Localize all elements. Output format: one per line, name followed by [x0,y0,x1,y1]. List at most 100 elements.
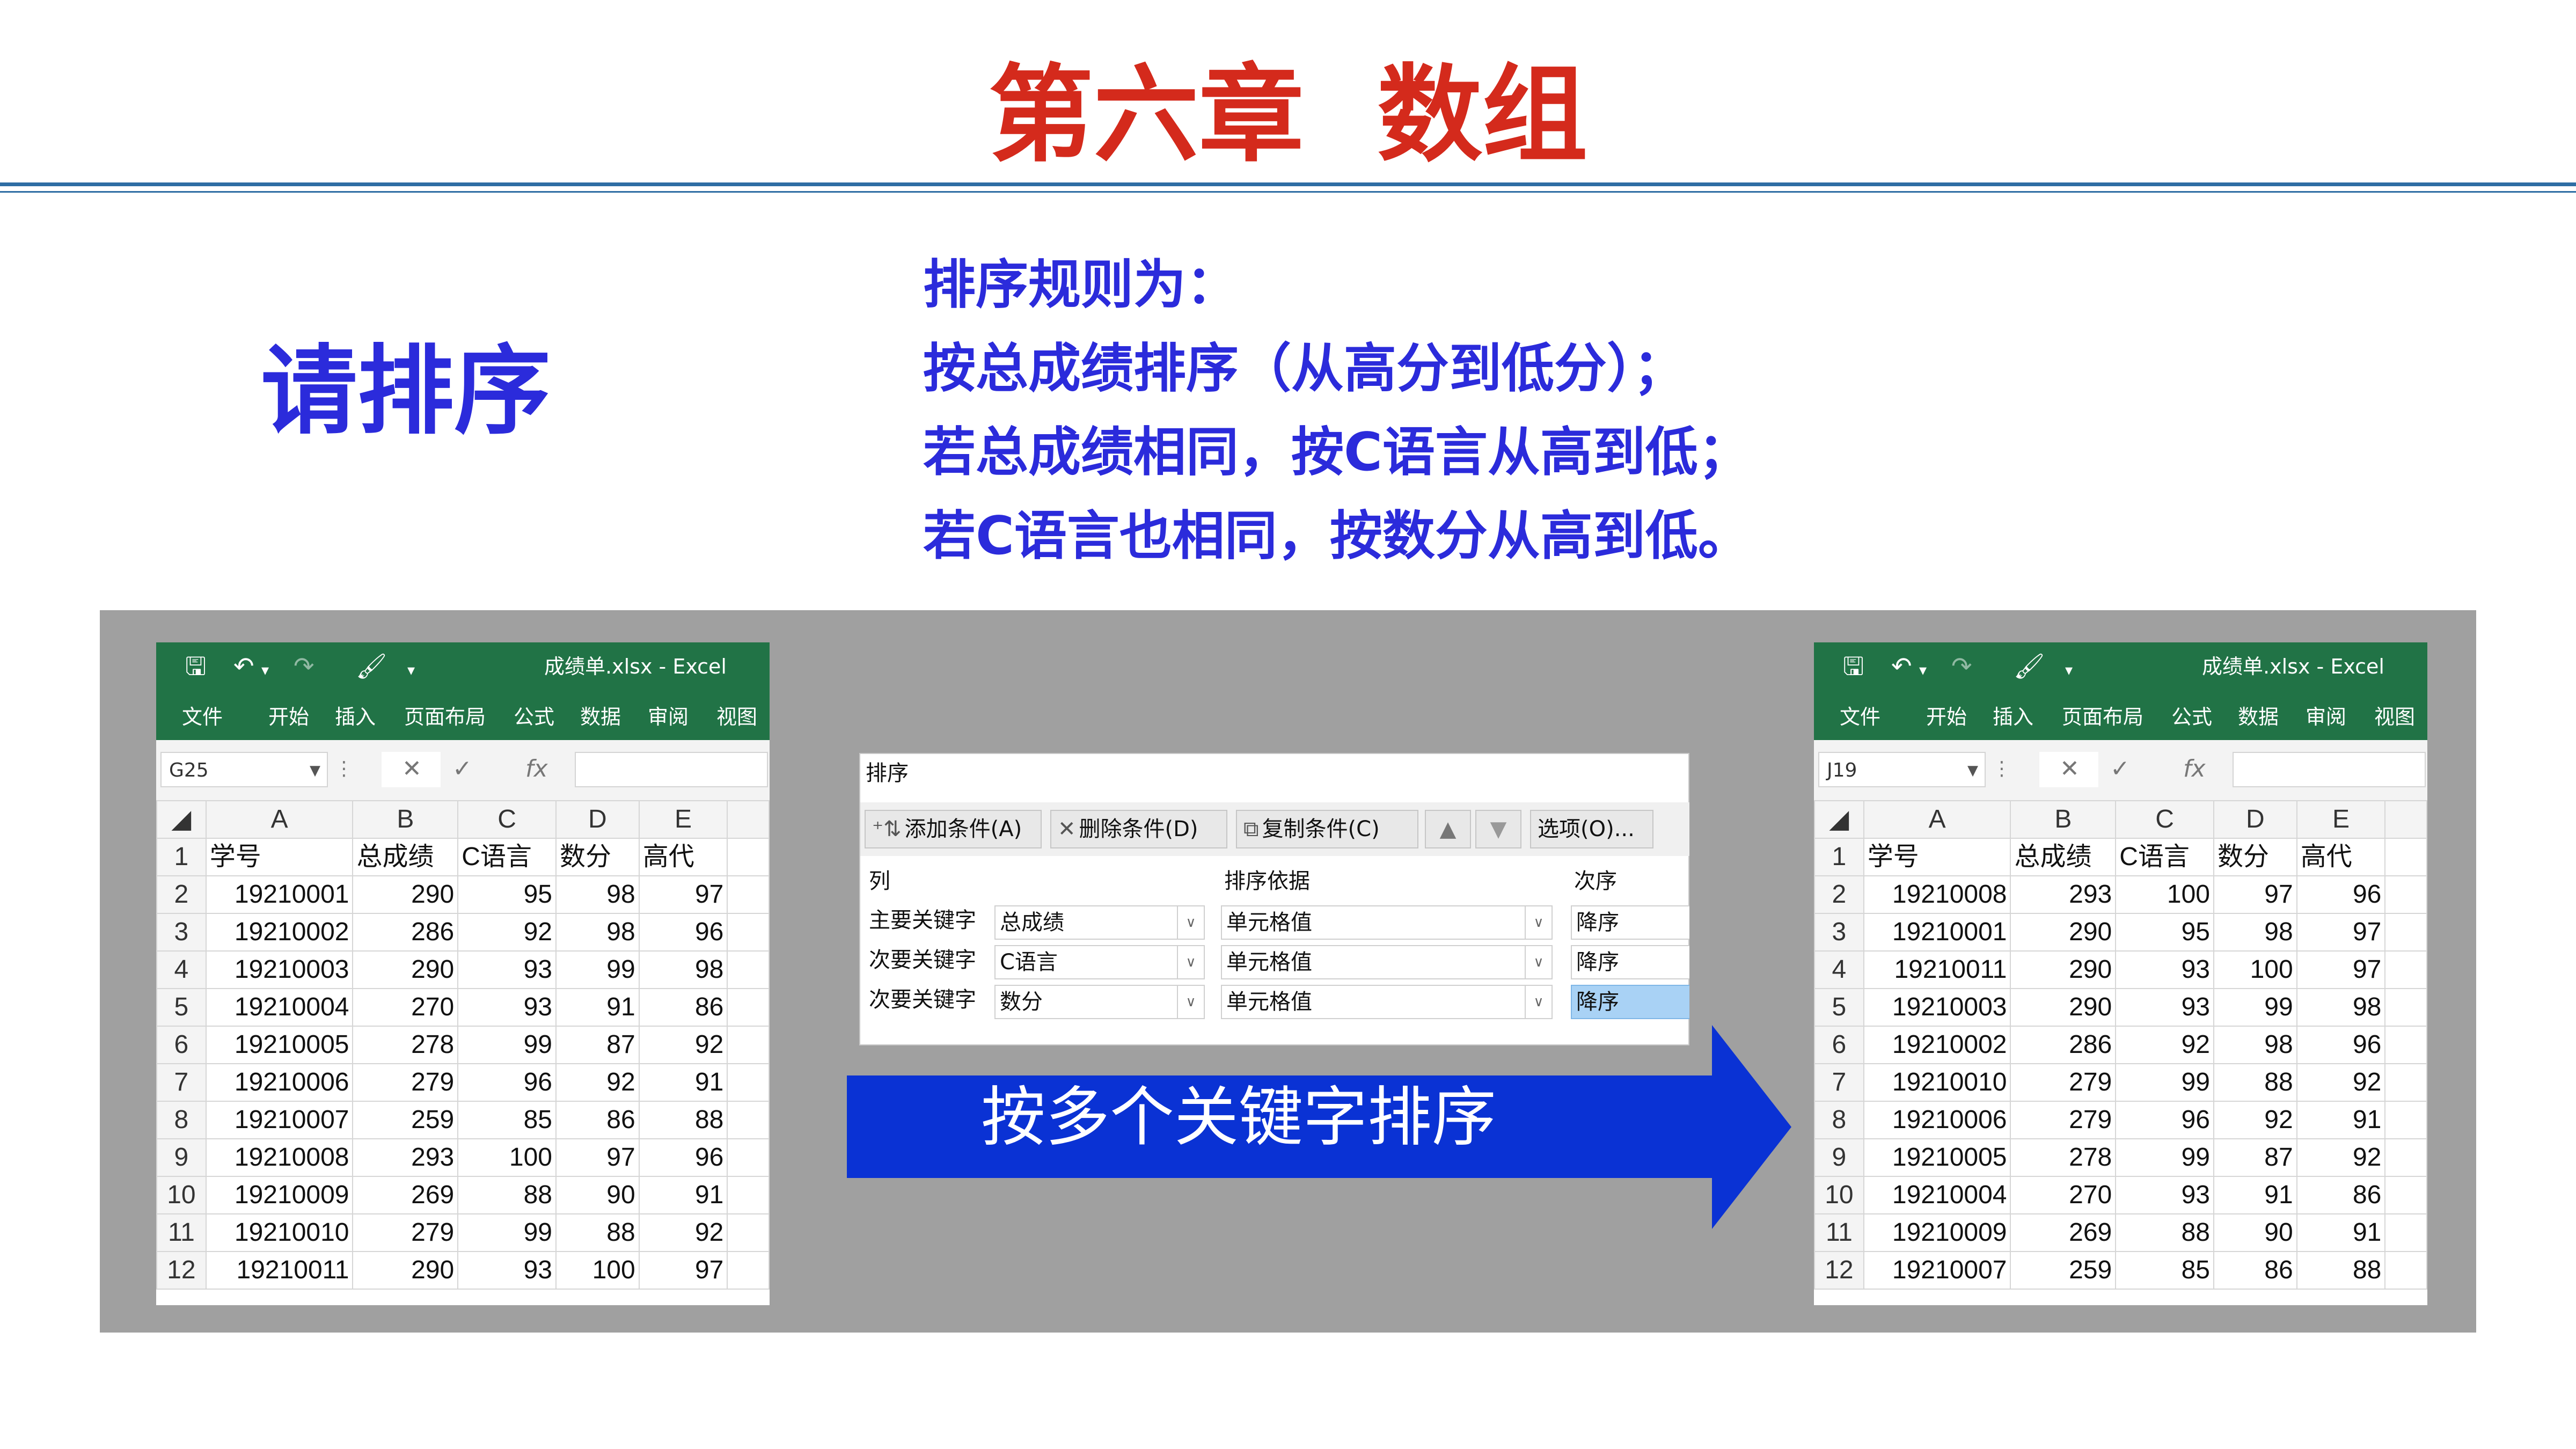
cancel-icon[interactable]: ✕ [402,754,422,784]
data-cell[interactable]: 19210002 [205,913,354,952]
options-button[interactable]: 选项(O)... [1530,810,1653,848]
empty-cell[interactable] [2384,913,2427,952]
data-cell[interactable]: 293 [2010,875,2117,914]
data-cell[interactable]: 93 [457,988,557,1027]
data-cell[interactable]: 290 [352,1251,459,1290]
data-cell[interactable]: 96 [2296,875,2386,914]
data-cell[interactable]: 90 [2213,1213,2297,1252]
empty-cell[interactable] [727,1138,770,1177]
data-cell[interactable]: 91 [638,1063,728,1102]
empty-cell[interactable] [2384,1101,2427,1139]
save-icon[interactable]: 🖫 [185,651,206,681]
worksheet-grid[interactable]: ◢ A B C D E 1 学号 总成绩 C语言 数分 高代 2 19210008 293 100… [1814,800,2427,1290]
tertiary-sort-on-select[interactable]: 单元格值 ∨ [1221,985,1553,1019]
empty-cell[interactable] [727,988,770,1027]
data-cell[interactable]: 98 [2296,988,2386,1027]
empty-cell[interactable] [2384,1176,2427,1214]
undo-icon[interactable]: ↶ [233,651,254,681]
row-header[interactable]: 2 [156,875,207,914]
data-cell[interactable]: 91 [555,988,640,1027]
empty-cell[interactable] [2384,838,2427,876]
header-cell[interactable]: 高代 [2296,838,2386,876]
secondary-order-select[interactable]: 降序 [1571,945,1689,979]
data-cell[interactable]: 97 [638,1251,728,1290]
select-all-corner[interactable]: ◢ [156,800,207,839]
row-header[interactable]: 3 [156,913,207,952]
copy-level-button[interactable]: ⧉ 复制条件(C) [1236,810,1418,848]
empty-cell[interactable] [2384,950,2427,989]
header-cell[interactable]: C语言 [2115,838,2214,876]
data-cell[interactable]: 97 [638,875,728,914]
data-cell[interactable]: 19210009 [205,1176,354,1214]
row-header[interactable]: 10 [1814,1176,1864,1214]
data-cell[interactable]: 98 [555,875,640,914]
worksheet-grid[interactable]: ◢ A B C D E 1 学号 总成绩 C语言 数分 高代 2 19210001 290 95 9… [156,800,770,1290]
empty-cell[interactable] [2384,1138,2427,1177]
column-header[interactable]: D [555,800,640,839]
data-cell[interactable]: 97 [2296,913,2386,952]
header-cell[interactable]: 总成绩 [2010,838,2117,876]
secondary-sort-on-select[interactable]: 单元格值 ∨ [1221,945,1553,979]
primary-sort-on-select[interactable]: 单元格值 ∨ [1221,905,1553,940]
column-header[interactable]: C [457,800,557,839]
row-header[interactable]: 2 [1814,875,1864,914]
data-cell[interactable]: 19210010 [205,1213,354,1252]
customize-icon[interactable]: ▾ [2065,655,2073,685]
customize-icon[interactable]: ▾ [407,655,415,685]
row-header[interactable]: 8 [156,1101,207,1139]
data-cell[interactable]: 100 [2115,875,2214,914]
row-header[interactable]: 9 [1814,1138,1864,1177]
name-box[interactable]: J19 ▼ [1818,752,1986,787]
chevron-down-icon[interactable]: ▼ [310,753,320,788]
empty-cell[interactable] [2384,988,2427,1027]
data-cell[interactable]: 99 [555,950,640,989]
data-cell[interactable]: 92 [2296,1063,2386,1102]
row-header[interactable]: 11 [1814,1213,1864,1252]
empty-cell[interactable] [727,913,770,952]
tab-data[interactable]: 数据 [580,705,621,729]
data-cell[interactable]: 19210004 [205,988,354,1027]
row-header[interactable]: 1 [1814,838,1864,876]
tab-file[interactable]: 文件 [182,705,223,729]
undo-dropdown-icon[interactable]: ▾ [261,655,269,685]
empty-cell[interactable] [727,1213,770,1252]
fx-icon[interactable]: fx [2183,754,2206,784]
data-cell[interactable]: 100 [2213,950,2297,989]
cancel-icon[interactable]: ✕ [2060,754,2080,784]
data-cell[interactable]: 95 [457,875,557,914]
data-cell[interactable]: 93 [2115,1176,2214,1214]
column-header[interactable]: B [2010,800,2117,839]
tab-file[interactable]: 文件 [1840,705,1880,729]
empty-cell[interactable] [727,838,770,876]
data-cell[interactable]: 87 [2213,1138,2297,1177]
data-cell[interactable]: 290 [352,875,459,914]
data-cell[interactable]: 91 [638,1176,728,1214]
data-cell[interactable]: 19210006 [205,1063,354,1102]
select-all-corner[interactable]: ◢ [1814,800,1864,839]
data-cell[interactable]: 90 [555,1176,640,1214]
data-cell[interactable]: 279 [352,1063,459,1102]
tab-insert[interactable]: 插入 [1993,705,2033,729]
data-cell[interactable]: 278 [2010,1138,2117,1177]
data-cell[interactable]: 96 [457,1063,557,1102]
chevron-down-icon[interactable]: ▼ [1967,753,1978,788]
column-header-blank[interactable] [2384,800,2427,839]
column-header[interactable]: D [2213,800,2297,839]
data-cell[interactable]: 88 [2213,1063,2297,1102]
data-cell[interactable]: 19210003 [205,950,354,989]
row-header[interactable]: 9 [156,1138,207,1177]
empty-cell[interactable] [727,1026,770,1064]
tab-data[interactable]: 数据 [2238,705,2279,729]
column-header[interactable]: A [205,800,354,839]
data-cell[interactable]: 96 [2115,1101,2214,1139]
column-header[interactable]: E [2296,800,2386,839]
empty-cell[interactable] [2384,1063,2427,1102]
formula-input[interactable] [575,752,768,787]
data-cell[interactable]: 98 [555,913,640,952]
fx-icon[interactable]: fx [525,754,548,784]
data-cell[interactable]: 98 [2213,913,2297,952]
row-header[interactable]: 1 [156,838,207,876]
data-cell[interactable]: 92 [638,1026,728,1064]
data-cell[interactable]: 279 [352,1213,459,1252]
empty-cell[interactable] [2384,1251,2427,1290]
